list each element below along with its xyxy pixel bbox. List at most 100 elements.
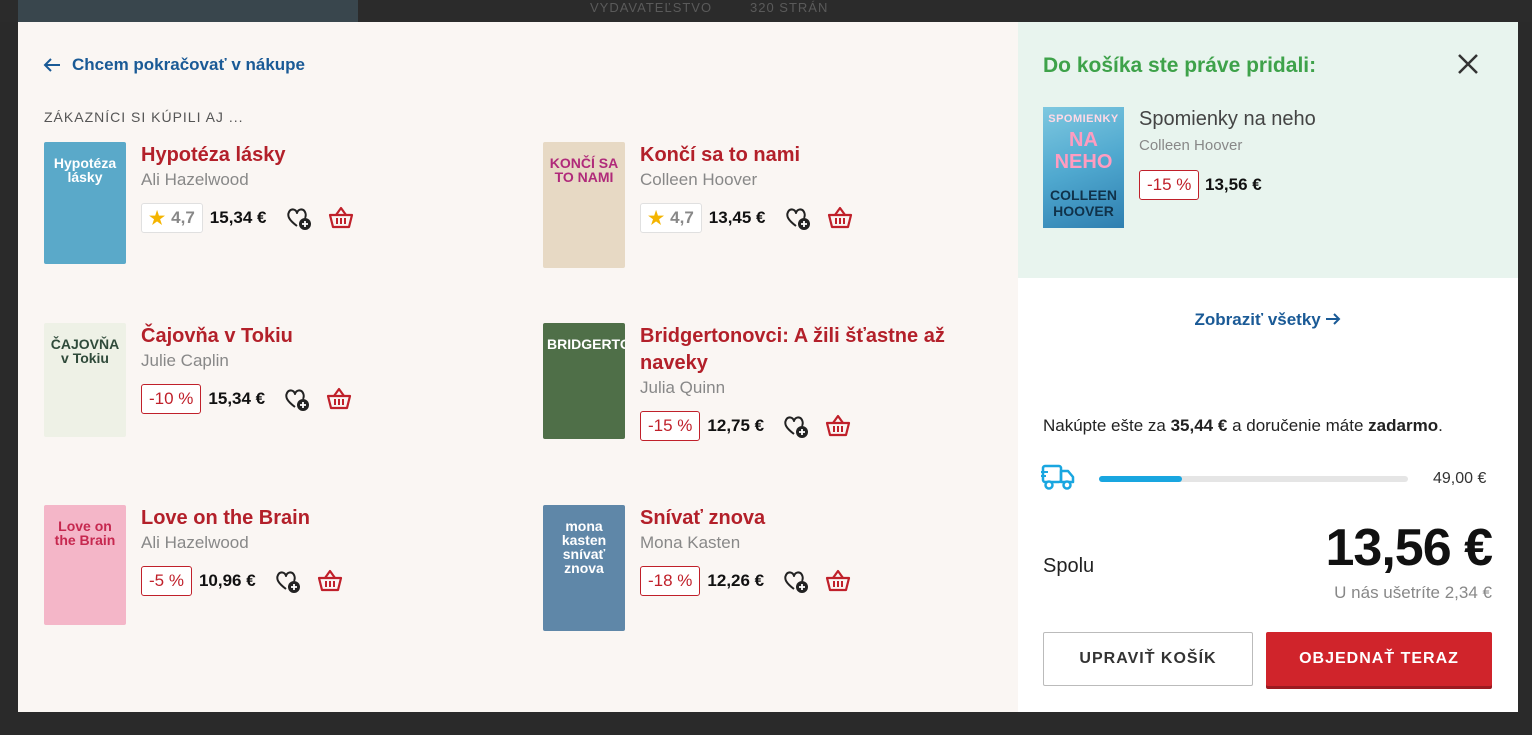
add-to-wishlist-button[interactable]: [274, 567, 302, 595]
product-price: 13,45 €: [708, 208, 766, 227]
show-all-link[interactable]: Zobraziť všetky: [1018, 310, 1518, 330]
show-all-label: Zobraziť všetky: [1194, 310, 1321, 329]
added-cover-text-3: COLLEEN HOOVER: [1050, 187, 1117, 219]
product-price: 12,75 €: [707, 416, 765, 435]
product-cover-text: KONČÍ SA TO NAMI: [549, 155, 619, 185]
product-cover[interactable]: Hypotéza lásky: [44, 142, 126, 264]
product-info: Love on the Brain Ali Hazelwood -5 % 10,…: [141, 505, 344, 625]
add-to-cart-button[interactable]: [824, 567, 852, 595]
add-to-wishlist-button[interactable]: [782, 567, 810, 595]
star-icon: ★: [149, 207, 166, 228]
product-cover[interactable]: KONČÍ SA TO NAMI: [543, 142, 625, 268]
continue-shopping-label: Chcem pokračovať v nákupe: [72, 55, 306, 74]
added-item-author: Colleen Hoover: [1139, 137, 1243, 154]
product-author: Mona Kasten: [640, 533, 741, 552]
product-price: 15,34 €: [209, 208, 267, 227]
arrow-right-icon: [1326, 313, 1341, 325]
cart-icon: [328, 206, 353, 229]
star-icon: ★: [648, 207, 665, 228]
product-price: 10,96 €: [198, 571, 256, 590]
product-info: Bridgertonovci: A žili šťastne až naveky…: [640, 323, 960, 441]
added-item-title[interactable]: Spomienky na neho: [1139, 108, 1316, 131]
product-actions-row: ★ 4,7 13,45 €: [640, 203, 854, 233]
product-card: BRIDGERTON Bridgertonovci: A žili šťastn…: [543, 323, 960, 441]
added-item-price: 13,56 €: [1205, 175, 1262, 194]
free-shipping-progress: [1099, 476, 1408, 482]
order-now-button[interactable]: OBJEDNAŤ TERAZ: [1266, 632, 1492, 686]
savings-text: U nás ušetríte 2,34 €: [1334, 583, 1492, 602]
cart-icon: [317, 569, 342, 592]
product-author: Julie Caplin: [141, 351, 229, 370]
background-pages-label: 320 STRÁN: [750, 0, 829, 15]
cart-icon: [826, 414, 851, 437]
free-shipping-threshold: 49,00 €: [1433, 470, 1487, 487]
product-price: 15,34 €: [208, 389, 266, 408]
product-rating-value: 4,7: [670, 208, 694, 227]
added-title: Do košíka ste práve pridali:: [1043, 54, 1317, 77]
wishlist-add-icon: [285, 389, 310, 411]
product-title[interactable]: Končí sa to nami: [640, 142, 854, 169]
cart-summary-panel: Do košíka ste práve pridali: SPOMIENKY N…: [1018, 22, 1518, 712]
cart-icon: [827, 206, 852, 229]
shipping-prefix: Nakúpte ešte za: [1043, 416, 1166, 435]
add-to-wishlist-button[interactable]: [285, 204, 313, 232]
added-item-box: Do košíka ste práve pridali: SPOMIENKY N…: [1018, 22, 1518, 278]
section-title: ZÁKAZNÍCI SI KÚPILI AJ ...: [44, 109, 244, 125]
product-card: KONČÍ SA TO NAMI Končí sa to nami Collee…: [543, 142, 854, 268]
add-to-cart-button[interactable]: [316, 567, 344, 595]
product-actions-row: -15 % 12,75 €: [640, 411, 960, 441]
product-title[interactable]: Love on the Brain: [141, 505, 344, 532]
add-to-wishlist-button[interactable]: [782, 412, 810, 440]
product-author: Ali Hazelwood: [141, 170, 249, 189]
product-discount-badge: -18 %: [640, 566, 701, 596]
product-cover-text: Love on the Brain: [54, 518, 116, 548]
product-discount-badge: -15 %: [640, 411, 701, 441]
product-cover[interactable]: ČAJOVŇA v Tokiu: [44, 323, 126, 437]
product-rating: ★ 4,7: [640, 203, 702, 233]
product-cover[interactable]: BRIDGERTON: [543, 323, 625, 439]
product-discount-badge: -5 %: [141, 566, 192, 596]
close-button[interactable]: [1454, 50, 1482, 78]
product-info: Snívať znova Mona Kasten -18 % 12,26 €: [640, 505, 852, 631]
product-cover[interactable]: mona kasten snívať znova: [543, 505, 625, 631]
add-to-cart-button[interactable]: [826, 204, 854, 232]
product-cover-text: BRIDGERTON: [547, 336, 625, 352]
add-to-wishlist-button[interactable]: [283, 385, 311, 413]
product-card: Hypotéza lásky Hypotéza lásky Ali Hazelw…: [44, 142, 355, 264]
product-title[interactable]: Snívať znova: [640, 505, 852, 532]
add-to-cart-button[interactable]: [325, 385, 353, 413]
product-title[interactable]: Hypotéza lásky: [141, 142, 355, 169]
product-rating-value: 4,7: [171, 208, 195, 227]
product-actions-row: -10 % 15,34 €: [141, 384, 353, 414]
product-card: Love on the Brain Love on the Brain Ali …: [44, 505, 344, 625]
shipping-remaining-amount: 35,44 €: [1170, 416, 1228, 435]
truck-icon: [1041, 462, 1075, 492]
wishlist-add-icon: [275, 571, 300, 593]
wishlist-add-icon: [286, 208, 311, 230]
arrow-left-icon: [43, 58, 60, 72]
product-title[interactable]: Čajovňa v Tokiu: [141, 323, 353, 350]
free-shipping-progress-fill: [1099, 476, 1183, 482]
added-cover-text-2: NA NEHO: [1054, 129, 1113, 173]
total-label: Spolu: [1043, 555, 1095, 577]
cart-added-modal: Chcem pokračovať v nákupe ZÁKAZNÍCI SI K…: [18, 22, 1518, 712]
add-to-cart-button[interactable]: [327, 204, 355, 232]
product-title[interactable]: Bridgertonovci: A žili šťastne až naveky: [640, 323, 960, 377]
add-to-cart-button[interactable]: [824, 412, 852, 440]
edit-cart-button[interactable]: UPRAVIŤ KOŠÍK: [1043, 632, 1253, 686]
product-actions-row: ★ 4,7 15,34 €: [141, 203, 355, 233]
cart-icon: [826, 569, 851, 592]
added-item-cover[interactable]: SPOMIENKY NA NEHO COLLEEN HOOVER: [1043, 107, 1124, 228]
added-item-discount-badge: -15 %: [1139, 170, 1200, 200]
added-cover-text-1: SPOMIENKY: [1048, 113, 1119, 125]
product-info: Hypotéza lásky Ali Hazelwood ★ 4,7 15,34…: [141, 142, 355, 264]
background-book-cover: [18, 0, 358, 22]
add-to-wishlist-button[interactable]: [784, 204, 812, 232]
product-author: Ali Hazelwood: [141, 533, 249, 552]
product-cover[interactable]: Love on the Brain: [44, 505, 126, 625]
product-cover-text: mona kasten snívať znova: [561, 518, 607, 576]
product-actions-row: -5 % 10,96 €: [141, 566, 344, 596]
shipping-middle: a doručenie máte: [1232, 416, 1364, 435]
wishlist-add-icon: [784, 571, 809, 593]
continue-shopping-link[interactable]: Chcem pokračovať v nákupe: [42, 55, 305, 75]
